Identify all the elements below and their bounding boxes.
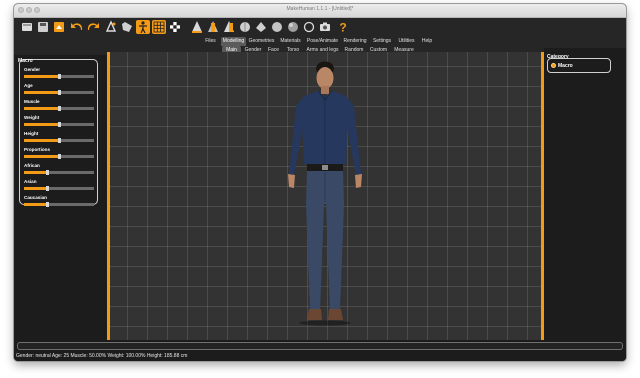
gender-slider-handle[interactable] (58, 74, 61, 79)
left-panel: Macro Gender Age Muscle Weight Height Pr… (14, 56, 107, 339)
slider-label-african: African (24, 163, 40, 168)
tab-help[interactable]: Help (419, 37, 435, 46)
slider-label-age: Age (24, 83, 33, 88)
side-view-icon[interactable] (222, 20, 236, 34)
macro-group-title: Macro (18, 58, 33, 64)
slider-label-height: Height (24, 131, 39, 136)
asian-slider[interactable] (24, 186, 94, 191)
tab-rendering[interactable]: Rendering (341, 37, 369, 46)
title-bar: MakeHuman 1.1.1 - [Untitled]* (14, 4, 626, 18)
save-icon[interactable] (36, 20, 50, 34)
height-slider-handle[interactable] (58, 138, 61, 143)
left-splitter[interactable] (107, 52, 110, 340)
window-title: MakeHuman 1.1.1 - [Untitled]* (286, 6, 354, 12)
app-window: MakeHuman 1.1.1 - [Untitled]* ? Files Mo… (14, 4, 626, 361)
tab-pose-animate[interactable]: Pose/Animate (305, 37, 340, 46)
reset-camera-icon[interactable] (302, 20, 316, 34)
muscle-slider[interactable] (24, 106, 94, 111)
human-model[interactable] (270, 54, 380, 338)
age-slider[interactable] (24, 90, 94, 95)
age-slider-fill (24, 91, 59, 94)
weight-slider-fill (24, 123, 59, 126)
slider-label-caucasian: Caucasian (24, 195, 47, 200)
right-panel: Category Macro (544, 48, 626, 340)
proportions-slider-handle[interactable] (58, 154, 61, 159)
macro-radio-button[interactable] (551, 63, 556, 68)
slider-label-gender: Gender (24, 67, 41, 72)
undo-icon[interactable] (70, 20, 84, 34)
new-file-icon[interactable] (20, 20, 34, 34)
tab-modelling[interactable]: Modelling (221, 37, 246, 46)
gender-slider[interactable] (24, 74, 94, 79)
toolbar: ? (14, 18, 626, 37)
smooth-icon[interactable] (120, 20, 134, 34)
status-bar: Gender: neutral Age: 25 Muscle: 50.00% W… (14, 340, 626, 361)
background-icon[interactable] (168, 20, 182, 34)
caucasian-slider-fill (24, 203, 47, 206)
progress-bar (17, 342, 623, 350)
asian-slider-handle[interactable] (46, 186, 49, 191)
muscle-slider-fill (24, 107, 59, 110)
redo-icon[interactable] (86, 20, 100, 34)
african-slider-handle[interactable] (46, 170, 49, 175)
tab-files[interactable]: Files (201, 37, 220, 46)
category-group: Macro (547, 58, 611, 73)
top-view-icon[interactable] (238, 20, 252, 34)
tab-settings[interactable]: Settings (370, 37, 394, 46)
height-slider[interactable] (24, 138, 94, 143)
front-view-icon[interactable] (190, 20, 204, 34)
bottom-view-icon[interactable] (254, 20, 268, 34)
african-slider[interactable] (24, 170, 94, 175)
3d-viewport[interactable] (107, 52, 544, 340)
weight-slider-handle[interactable] (58, 122, 61, 127)
muscle-slider-handle[interactable] (58, 106, 61, 111)
back-view-icon[interactable] (206, 20, 220, 34)
tab-geometries[interactable]: Geometries (247, 37, 276, 46)
left-view-icon[interactable] (270, 20, 284, 34)
status-text: Gender: neutral Age: 25 Muscle: 50.00% W… (16, 353, 188, 359)
slider-label-proportions: Proportions (24, 147, 51, 152)
main-tab-bar: Files Modelling Geometries Materials Pos… (14, 37, 626, 46)
proportions-slider[interactable] (24, 154, 94, 159)
slider-label-muscle: Muscle (24, 99, 40, 104)
svg-text:?: ? (339, 21, 346, 35)
grid-icon[interactable] (152, 20, 166, 34)
slider-label-weight: Weight (24, 115, 40, 120)
weight-slider[interactable] (24, 122, 94, 127)
tab-materials[interactable]: Materials (277, 37, 304, 46)
pose-icon[interactable] (136, 20, 150, 34)
caucasian-slider[interactable] (24, 202, 94, 207)
reset-icon[interactable] (104, 20, 118, 34)
african-slider-fill (24, 171, 47, 174)
caucasian-slider-handle[interactable] (46, 202, 49, 207)
age-slider-handle[interactable] (58, 90, 61, 95)
gender-slider-fill (24, 75, 59, 78)
right-view-icon[interactable] (286, 20, 300, 34)
macro-radio-label[interactable]: Macro (558, 63, 573, 69)
proportions-slider-fill (24, 155, 59, 158)
screenshot-icon[interactable] (318, 20, 332, 34)
export-icon[interactable] (52, 20, 66, 34)
help-icon[interactable]: ? (336, 20, 350, 35)
asian-slider-fill (24, 187, 47, 190)
slider-label-asian: Asian (24, 179, 37, 184)
tab-utilities[interactable]: Utilities (395, 37, 418, 46)
height-slider-fill (24, 139, 59, 142)
